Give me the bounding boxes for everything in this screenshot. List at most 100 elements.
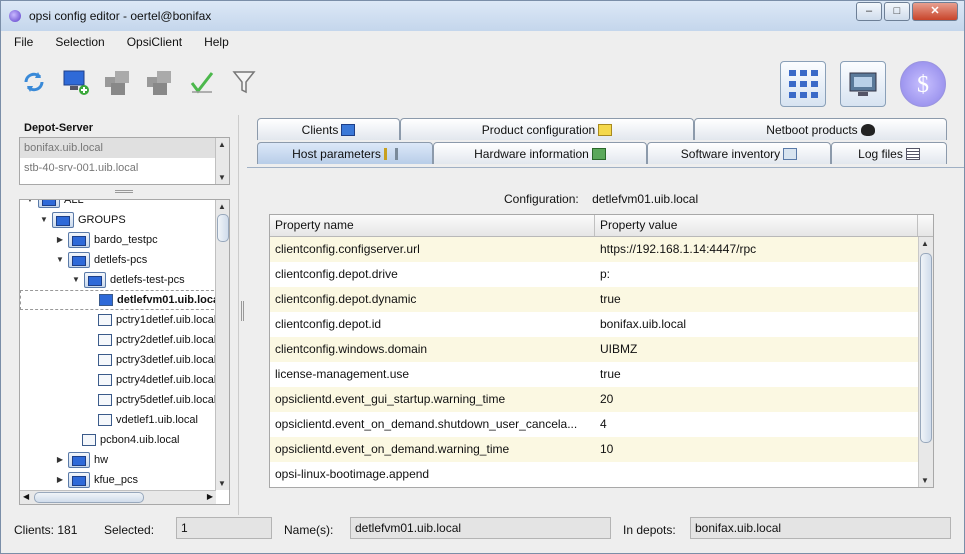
property-name-cell[interactable]: opsiclientd.event_on_demand.warning_time bbox=[270, 437, 595, 462]
property-name-cell[interactable]: clientconfig.depot.id bbox=[270, 312, 595, 337]
tree-node-client-selected[interactable]: detlefvm01.uib.local bbox=[20, 290, 229, 310]
client-icon bbox=[98, 394, 112, 406]
tree-node-detlefs-test[interactable]: ▼ detlefs-test-pcs bbox=[70, 270, 185, 290]
tab-log-files[interactable]: Log files bbox=[831, 142, 947, 164]
maximize-button[interactable]: □ bbox=[884, 2, 910, 21]
save-changes-button[interactable] bbox=[187, 67, 217, 97]
tree-node-pcbon4[interactable]: pcbon4.uib.local bbox=[78, 430, 180, 450]
property-value-cell[interactable]: UIBMZ bbox=[595, 337, 918, 362]
column-header-property-name[interactable]: Property name bbox=[270, 215, 595, 236]
tree-node-bardo[interactable]: ▶ bardo_testpc bbox=[54, 230, 158, 250]
tree-node-hw[interactable]: ▶ hw bbox=[54, 450, 108, 470]
table-row[interactable]: opsiclientd.event_on_demand.shutdown_use… bbox=[270, 412, 918, 437]
client-icon bbox=[98, 314, 112, 326]
tree-node-client[interactable]: pctry1detlef.uib.local bbox=[94, 310, 216, 330]
property-value-cell[interactable]: https://192.168.1.14:4447/rpc bbox=[595, 237, 918, 262]
table-row[interactable]: license-management.use true bbox=[270, 362, 918, 387]
group-icon bbox=[68, 232, 90, 248]
depot-item[interactable]: bonifax.uib.local bbox=[20, 138, 229, 158]
tree-node-client[interactable]: pctry5detlef.uib.local bbox=[94, 390, 216, 410]
tree-vertical-scrollbar[interactable]: ▲ ▼ bbox=[215, 200, 229, 490]
tab-netboot-products[interactable]: Netboot products bbox=[694, 118, 947, 140]
tree-node-groups[interactable]: ▼ GROUPS bbox=[38, 210, 126, 230]
client-group-button-2[interactable] bbox=[145, 67, 175, 97]
property-value-cell[interactable]: true bbox=[595, 362, 918, 387]
tab-software-inventory[interactable]: Software inventory bbox=[647, 142, 831, 164]
table-row[interactable]: clientconfig.depot.id bonifax.uib.local bbox=[270, 312, 918, 337]
split-handle[interactable] bbox=[115, 190, 133, 193]
depot-scrollbar[interactable]: ▲ ▼ bbox=[215, 138, 229, 184]
property-value-cell[interactable]: 4 bbox=[595, 412, 918, 437]
new-client-button[interactable] bbox=[61, 67, 91, 97]
table-row[interactable]: clientconfig.windows.domain UIBMZ bbox=[270, 337, 918, 362]
left-panel: Depot-Server bonifax.uib.local stb-40-sr… bbox=[1, 115, 237, 515]
menu-opsiclient[interactable]: OpsiClient bbox=[114, 35, 191, 49]
reload-button[interactable] bbox=[19, 67, 49, 97]
client-group-icon bbox=[147, 71, 171, 95]
column-header-property-value[interactable]: Property value bbox=[595, 215, 918, 236]
table-row[interactable]: clientconfig.configserver.url https://192… bbox=[270, 237, 918, 262]
property-name-cell[interactable]: opsiclientd.event_on_demand.shutdown_use… bbox=[270, 412, 595, 437]
table-row[interactable]: opsiclientd.event_on_demand.warning_time… bbox=[270, 437, 918, 462]
host-parameters-panel: Configuration: detlefvm01.uib.local Prop… bbox=[247, 167, 964, 515]
property-name-cell[interactable]: clientconfig.windows.domain bbox=[270, 337, 595, 362]
tab-product-configuration[interactable]: Product configuration bbox=[400, 118, 694, 140]
right-panel: Clients Product configuration Netboot pr… bbox=[247, 115, 964, 515]
linux-penguin-icon bbox=[860, 123, 875, 136]
tab-hardware-information[interactable]: Hardware information bbox=[433, 142, 647, 164]
tree-horizontal-scrollbar[interactable]: ◀ ▶ bbox=[20, 490, 216, 504]
svg-text:$: $ bbox=[917, 72, 929, 98]
client-icon bbox=[98, 414, 112, 426]
monitor-button[interactable] bbox=[840, 61, 886, 107]
property-name-cell[interactable]: clientconfig.depot.drive bbox=[270, 262, 595, 287]
table-scrollbar[interactable]: ▲ ▼ bbox=[918, 237, 933, 487]
client-tree[interactable]: ▼ ALL ▼ GROUPS ▶ bardo_testpc ▼ detlefs-pcs … bbox=[19, 199, 230, 505]
hardware-icon bbox=[591, 147, 606, 160]
menu-help[interactable]: Help bbox=[191, 35, 238, 49]
tab-host-parameters[interactable]: Host parameters bbox=[257, 142, 433, 164]
depot-item[interactable]: stb-40-srv-001.uib.local bbox=[20, 158, 229, 178]
table-row[interactable]: clientconfig.depot.drive p: bbox=[270, 262, 918, 287]
close-button[interactable]: ✕ bbox=[912, 2, 958, 21]
client-group-icon bbox=[105, 71, 129, 95]
minimize-button[interactable]: – bbox=[856, 2, 882, 21]
client-group-button-1[interactable] bbox=[103, 67, 133, 97]
menu-file[interactable]: File bbox=[1, 35, 42, 49]
table-row[interactable]: clientconfig.depot.dynamic true bbox=[270, 287, 918, 312]
property-value-cell[interactable]: bonifax.uib.local bbox=[595, 312, 918, 337]
license-button[interactable]: $ bbox=[900, 61, 946, 107]
splitter[interactable] bbox=[238, 115, 247, 515]
monitor-icon bbox=[341, 123, 356, 136]
tab-clients[interactable]: Clients bbox=[257, 118, 400, 140]
property-value-cell[interactable]: true bbox=[595, 287, 918, 312]
tree-node-all[interactable]: ▼ ALL bbox=[24, 200, 84, 210]
depots-label: In depots: bbox=[623, 523, 676, 537]
tree-node-client[interactable]: vdetlef1.uib.local bbox=[94, 410, 198, 430]
tree-node-client[interactable]: pctry3detlef.uib.local bbox=[94, 350, 216, 370]
property-name-cell[interactable]: license-management.use bbox=[270, 362, 595, 387]
tree-node-kfue[interactable]: ▶ kfue_pcs bbox=[54, 470, 138, 490]
title-bar: opsi config editor - oertel@bonifax – □ … bbox=[1, 1, 964, 31]
property-value-cell[interactable] bbox=[595, 462, 918, 487]
property-value-cell[interactable]: 20 bbox=[595, 387, 918, 412]
property-name-cell[interactable]: clientconfig.configserver.url bbox=[270, 237, 595, 262]
property-name-cell[interactable]: clientconfig.depot.dynamic bbox=[270, 287, 595, 312]
configuration-line: Configuration: detlefvm01.uib.local bbox=[504, 192, 698, 206]
tree-node-client[interactable]: pctry4detlef.uib.local bbox=[94, 370, 216, 390]
property-name-cell[interactable]: opsiclientd.event_gui_startup.warning_ti… bbox=[270, 387, 595, 412]
property-value-cell[interactable]: 10 bbox=[595, 437, 918, 462]
configuration-value: detlefvm01.uib.local bbox=[592, 192, 699, 206]
grid-view-button[interactable] bbox=[780, 61, 826, 107]
property-value-cell[interactable]: p: bbox=[595, 262, 918, 287]
client-icon bbox=[99, 294, 113, 306]
group-icon bbox=[52, 212, 74, 228]
tree-node-detlefs[interactable]: ▼ detlefs-pcs bbox=[54, 250, 147, 270]
inventory-icon bbox=[783, 147, 798, 160]
filter-button[interactable] bbox=[229, 67, 259, 97]
tree-node-client[interactable]: pctry2detlef.uib.local bbox=[94, 330, 216, 350]
property-name-cell[interactable]: opsi-linux-bootimage.append bbox=[270, 462, 595, 487]
table-row[interactable]: opsiclientd.event_gui_startup.warning_ti… bbox=[270, 387, 918, 412]
menu-selection[interactable]: Selection bbox=[42, 35, 113, 49]
depot-list[interactable]: bonifax.uib.local stb-40-srv-001.uib.loc… bbox=[19, 137, 230, 185]
table-row[interactable]: opsi-linux-bootimage.append bbox=[270, 462, 918, 487]
